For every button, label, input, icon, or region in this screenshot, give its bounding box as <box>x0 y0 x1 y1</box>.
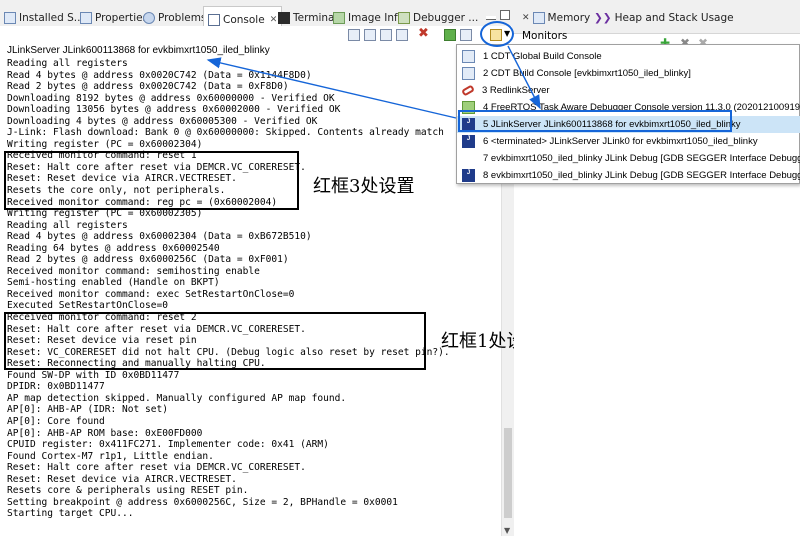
console-menu-item[interactable]: J 8 evkbimxrt1050_iled_blinky JLink Debug… <box>457 167 800 184</box>
word-wrap-icon[interactable] <box>380 29 392 41</box>
console-menu-item-label: 1 CDT Global Build Console <box>483 51 602 62</box>
minimize-button[interactable] <box>486 16 496 20</box>
properties-icon <box>80 12 92 24</box>
selected-item-highlight <box>458 110 732 132</box>
console-line: Downloading 4 bytes @ address 0x60005300… <box>7 115 318 127</box>
installed-software-icon <box>4 12 16 24</box>
console-line: Found Cortex-M7 r1p1, Little endian. <box>7 450 214 462</box>
annotation-box-3 <box>4 151 299 210</box>
console-line: Received monitor command: exec SetRestar… <box>7 288 295 300</box>
console-menu-item-label: 8 evkbimxrt1050_iled_blinky JLink Debug … <box>483 170 800 181</box>
console-line: AP map detection skipped. Manually confi… <box>7 392 347 404</box>
image-info-icon <box>333 12 345 24</box>
console-line: Setting breakpoint @ address 0x6000256C,… <box>7 496 398 508</box>
tab-problems[interactable]: Problems <box>143 9 206 27</box>
console-output[interactable]: Reading all registers Read 4 bytes @ addr… <box>7 58 450 520</box>
tab-heap-stack[interactable]: ❯❯ Heap and Stack Usage <box>594 9 734 27</box>
console-menu-item-label: 7 evkbimxrt1050_iled_blinky JLink Debug … <box>483 153 800 164</box>
console-line: Downloading 8192 bytes @ address 0x60000… <box>7 92 335 104</box>
jlink-icon: J <box>462 169 475 182</box>
debugger-icon <box>398 12 410 24</box>
tab-terminal[interactable]: Terminal <box>278 9 337 27</box>
show-on-output-icon[interactable] <box>396 29 408 41</box>
terminal-icon <box>278 12 290 24</box>
annotation-box-1 <box>4 312 426 370</box>
pin-console-icon[interactable] <box>444 29 456 41</box>
blank-icon <box>462 152 475 165</box>
display-console-icon[interactable] <box>460 29 472 41</box>
console-menu-item[interactable]: 3 RedlinkServer <box>457 82 800 99</box>
memory-icon <box>532 12 545 24</box>
console-line: Downloading 13056 bytes @ address 0x6000… <box>7 104 341 116</box>
console-line: AP[0]: AHB-AP ROM base: 0xE00FD000 <box>7 427 203 439</box>
console-line: Reading all registers <box>7 58 128 69</box>
console-menu-item-label: 3 RedlinkServer <box>482 85 550 96</box>
console-line: CPUID register: 0x411FC271. Implementer … <box>7 439 329 451</box>
clear-console-icon[interactable] <box>348 29 360 41</box>
console-menu-item[interactable]: 1 CDT Global Build Console <box>457 48 800 65</box>
console-menu-item-label: 2 CDT Build Console [evkbimxrt1050_iled_… <box>483 68 691 79</box>
console-menu-item[interactable]: J 6 <terminated> JLinkServer JLink0 for e… <box>457 133 800 150</box>
tab-image-info[interactable]: Image Info <box>333 9 404 27</box>
console-menu-item[interactable]: 7 evkbimxrt1050_iled_blinky JLink Debug … <box>457 150 800 167</box>
scroll-lock-icon[interactable] <box>364 29 376 41</box>
heap-stack-icon: ❯❯ <box>594 12 612 24</box>
jlink-icon: J <box>462 135 475 148</box>
console-menu-item[interactable]: 2 CDT Build Console [evkbimxrt1050_iled_… <box>457 65 800 82</box>
console-line: Read 4 bytes @ address 0x60002304 (Data … <box>7 231 312 243</box>
console-line: Found SW-DP with ID 0x0BD11477 <box>7 369 180 381</box>
console-panel: JLinkServer JLink600113868 for evkbimxrt… <box>0 44 514 536</box>
console-line: Semi-hosting enabled (Handle on BKPT) <box>7 277 220 289</box>
console-menu-item-label: 6 <terminated> JLinkServer JLink0 for ev… <box>483 136 758 147</box>
tab-properties[interactable]: Properties <box>80 9 148 27</box>
console-icon <box>462 50 475 63</box>
console-line: Read 4 bytes @ address 0x0020C742 (Data … <box>7 69 312 81</box>
console-line: Resets core & peripherals using RESET pi… <box>7 485 249 497</box>
close-icon[interactable]: ✕ <box>270 15 278 25</box>
scrollbar-thumb[interactable] <box>504 428 512 518</box>
open-console-circle <box>480 21 514 47</box>
monitors-title: Monitors <box>522 30 568 42</box>
console-line: Read 2 bytes @ address 0x0020C742 (Data … <box>7 81 289 93</box>
console-line: AP[0]: AHB-AP (IDR: Not set) <box>7 404 168 416</box>
console-icon <box>208 13 220 26</box>
terminate-icon[interactable]: ✖ <box>418 26 430 41</box>
console-line: Executed SetRestartOnClose=0 <box>7 300 168 312</box>
maximize-button[interactable] <box>500 10 510 20</box>
console-line: Reset: Halt core after reset via DEMCR.V… <box>7 462 306 474</box>
tab-memory[interactable]: ✕ Memory <box>522 9 590 27</box>
console-icon <box>462 67 475 80</box>
console-line: AP[0]: Core found <box>7 415 105 427</box>
console-line: Reading 64 bytes @ address 0x60002540 <box>7 242 220 254</box>
console-title: JLinkServer JLink600113868 for evkbimxrt… <box>7 45 270 56</box>
console-line: Received monitor command: semihosting en… <box>7 265 260 277</box>
console-line: Read 2 bytes @ address 0x6000256C (Data … <box>7 254 289 266</box>
console-line: Writing register (PC = 0x60002304) <box>7 138 203 150</box>
annotation-label-3: 红框3处设置 <box>313 176 415 197</box>
tab-installed-software[interactable]: Installed S... <box>4 9 84 27</box>
console-line: Reset: Reset device via AIRCR.VECTRESET. <box>7 473 237 485</box>
chain-link-icon <box>461 84 475 97</box>
console-line: Reading all registers <box>7 219 128 231</box>
console-line: Starting target CPU... <box>7 508 134 520</box>
close-icon[interactable]: ✕ <box>522 13 530 23</box>
tab-debugger[interactable]: Debugger ... <box>398 9 478 27</box>
console-line: J-Link: Flash download: Bank 0 @ 0x60000… <box>7 127 444 139</box>
console-toolbar: ✖ ▼ <box>0 26 512 44</box>
scroll-down-icon[interactable]: ▼ <box>504 526 510 535</box>
problems-icon <box>143 12 155 24</box>
console-line: DPIDR: 0x0BD11477 <box>7 381 105 393</box>
